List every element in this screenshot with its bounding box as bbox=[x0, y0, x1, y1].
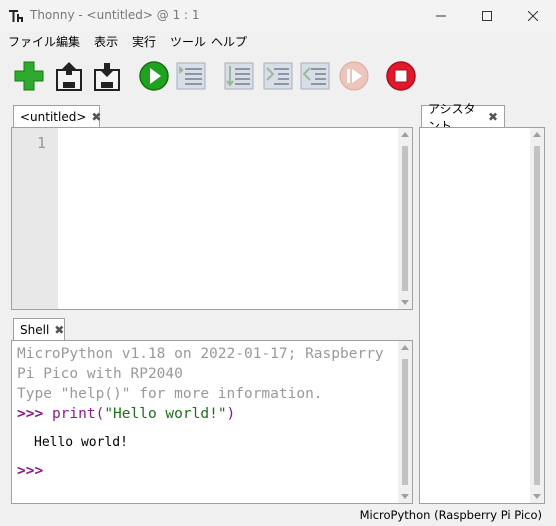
shell-banner-line: Pi Pico with RP2040 bbox=[17, 366, 183, 382]
new-file-button[interactable] bbox=[12, 59, 46, 93]
thonny-app-icon bbox=[9, 10, 23, 22]
stop-button[interactable] bbox=[384, 59, 418, 93]
command-string: "Hello world!" bbox=[104, 406, 227, 422]
step-into-icon bbox=[263, 62, 293, 90]
play-icon bbox=[139, 61, 169, 91]
close-window-button[interactable] bbox=[510, 0, 556, 32]
command-end: ) bbox=[226, 406, 236, 422]
assistant-panel[interactable] bbox=[419, 127, 545, 504]
menu-view[interactable]: 表示 bbox=[94, 33, 118, 50]
menu-run[interactable]: 実行 bbox=[132, 33, 156, 50]
debug-icon bbox=[176, 62, 206, 90]
menu-bar: ファイル 編集 表示 実行 ツール ヘルプ bbox=[0, 32, 556, 50]
scroll-down-arrow-icon[interactable] bbox=[401, 494, 409, 499]
close-tab-icon[interactable]: ✖ bbox=[488, 110, 498, 124]
plus-icon bbox=[14, 61, 44, 91]
close-tab-icon[interactable]: ✖ bbox=[91, 110, 101, 124]
window-title: Thonny - <untitled> @ 1 : 1 bbox=[30, 8, 200, 22]
line-number-gutter: 1 bbox=[12, 128, 58, 309]
load-file-button[interactable] bbox=[52, 59, 86, 93]
save-file-button[interactable] bbox=[90, 59, 124, 93]
step-over-button[interactable] bbox=[222, 59, 256, 93]
tab-assistant[interactable]: アシスタント ✖ bbox=[421, 102, 505, 133]
shell-prompt[interactable]: >>> bbox=[17, 463, 43, 479]
debug-button[interactable] bbox=[174, 59, 208, 93]
assistant-scrollbar[interactable] bbox=[530, 128, 544, 503]
load-icon bbox=[56, 62, 82, 91]
step-over-icon bbox=[224, 62, 254, 90]
close-icon bbox=[528, 11, 538, 21]
scroll-thumb[interactable] bbox=[402, 146, 408, 291]
scroll-thumb[interactable] bbox=[534, 146, 540, 485]
scroll-down-arrow-icon[interactable] bbox=[533, 494, 541, 499]
shell-banner-line: MicroPython v1.18 on 2022-01-17; Raspber… bbox=[17, 346, 384, 362]
resume-icon bbox=[339, 61, 369, 91]
save-icon bbox=[94, 63, 120, 91]
shell-command-line: >>> print("Hello world!") bbox=[17, 406, 235, 422]
menu-file[interactable]: ファイル bbox=[8, 33, 56, 50]
shell-tab-label: Shell bbox=[20, 322, 50, 337]
menu-help[interactable]: ヘルプ bbox=[211, 33, 247, 50]
toolbar bbox=[0, 54, 556, 98]
menu-edit[interactable]: 編集 bbox=[56, 33, 80, 50]
close-tab-icon[interactable]: ✖ bbox=[54, 323, 64, 337]
scroll-up-arrow-icon[interactable] bbox=[533, 132, 541, 137]
line-number: 1 bbox=[36, 134, 46, 152]
shell-scrollbar[interactable] bbox=[398, 341, 412, 503]
tab-shell[interactable]: Shell ✖ bbox=[13, 318, 65, 340]
shell-banner-line: Type "help()" for more information. bbox=[17, 386, 323, 402]
step-out-icon bbox=[300, 62, 330, 90]
command-function: print( bbox=[51, 406, 105, 422]
interpreter-status[interactable]: MicroPython (Raspberry Pi Pico) bbox=[360, 508, 542, 522]
tab-untitled[interactable]: <untitled> ✖ bbox=[13, 105, 101, 127]
maximize-button[interactable] bbox=[464, 0, 510, 32]
shell-prompt: >>> bbox=[17, 406, 44, 422]
shell-panel[interactable]: MicroPython v1.18 on 2022-01-17; Raspber… bbox=[11, 340, 413, 504]
editor-tab-label: <untitled> bbox=[20, 109, 87, 124]
scroll-up-arrow-icon[interactable] bbox=[401, 345, 409, 350]
stop-icon bbox=[386, 61, 416, 91]
scroll-down-arrow-icon[interactable] bbox=[401, 300, 409, 305]
maximize-icon bbox=[482, 11, 492, 21]
run-button[interactable] bbox=[137, 59, 171, 93]
scroll-thumb[interactable] bbox=[402, 359, 408, 485]
step-into-button[interactable] bbox=[261, 59, 295, 93]
minimize-button[interactable] bbox=[418, 0, 464, 32]
resume-button[interactable] bbox=[337, 59, 371, 93]
menu-tools[interactable]: ツール bbox=[170, 33, 206, 50]
title-bar: Thonny - <untitled> @ 1 : 1 bbox=[0, 0, 556, 32]
step-out-button[interactable] bbox=[298, 59, 332, 93]
scroll-up-arrow-icon[interactable] bbox=[401, 132, 409, 137]
editor-panel[interactable]: 1 bbox=[11, 127, 413, 310]
minimize-icon bbox=[436, 15, 446, 17]
editor-scrollbar[interactable] bbox=[398, 128, 412, 309]
shell-output: Hello world! bbox=[34, 435, 128, 450]
